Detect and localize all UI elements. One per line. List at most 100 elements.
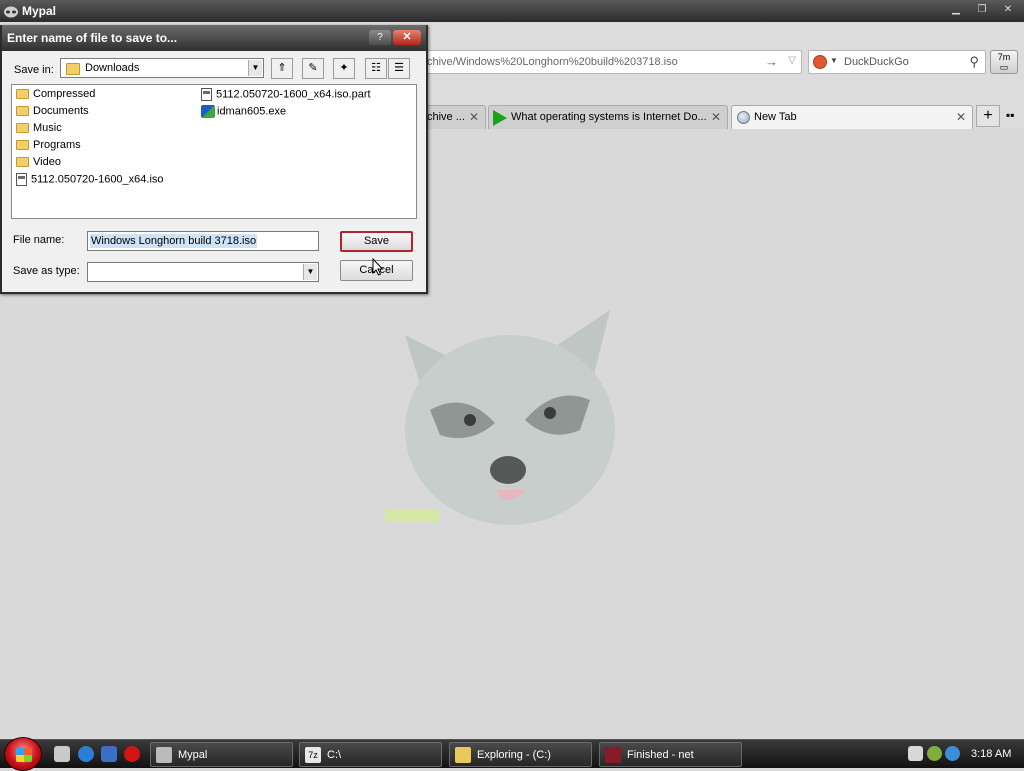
restore-icon[interactable]: ❐ bbox=[970, 2, 994, 18]
folder-icon bbox=[16, 157, 29, 168]
save-button[interactable]: Save bbox=[340, 231, 413, 252]
folder-icon bbox=[66, 63, 80, 75]
clock: 3:18 AM bbox=[971, 748, 1012, 760]
plus-icon: + bbox=[983, 107, 993, 124]
minimize-icon[interactable]: ▁ bbox=[944, 2, 968, 18]
dialog-titlebar: Enter name of file to save to... ? ✕ bbox=[2, 25, 426, 51]
taskbar-button-7zip[interactable]: 7z C:\ bbox=[299, 742, 442, 767]
dialog-title: Enter name of file to save to... bbox=[7, 31, 178, 45]
save-file-dialog: Enter name of file to save to... ? ✕ Sav… bbox=[0, 25, 428, 294]
folder-icon bbox=[16, 106, 29, 117]
addon-button[interactable]: 7m ▭ bbox=[990, 50, 1018, 74]
save-as-type-dropdown[interactable]: ▼ bbox=[87, 262, 319, 282]
file-name-field[interactable]: Windows Longhorn build 3718.iso bbox=[87, 231, 319, 251]
tab-label: New Tab bbox=[754, 111, 797, 123]
dropdown-arrow-icon[interactable]: ▼ bbox=[248, 60, 262, 76]
go-arrow-icon[interactable]: → bbox=[765, 54, 779, 70]
item-label: 5112.050720-1600_x64.iso bbox=[31, 173, 164, 186]
file-list[interactable]: Compressed Documents Music Programs Vide… bbox=[11, 84, 417, 219]
desktop-button[interactable]: ✎ bbox=[302, 58, 324, 79]
installer-exe-icon bbox=[201, 105, 215, 118]
address-bar[interactable]: chive/Windows%20Longhorn%20build%203718.… bbox=[420, 50, 802, 74]
tab-label: chive ... bbox=[427, 111, 465, 123]
tab-new-tab[interactable]: New Tab ✕ bbox=[731, 105, 973, 129]
folder-icon bbox=[16, 123, 29, 134]
internet-explorer-icon[interactable] bbox=[78, 746, 94, 762]
tab-close-icon[interactable]: ✕ bbox=[711, 110, 721, 124]
folder-icon bbox=[455, 747, 471, 763]
save-in-label: Save in: bbox=[14, 64, 54, 76]
history-dropdown-icon[interactable]: ▽ bbox=[788, 55, 796, 66]
start-button[interactable] bbox=[4, 737, 42, 771]
save-in-dropdown[interactable]: Downloads ▼ bbox=[60, 58, 264, 78]
part-file-icon bbox=[201, 88, 212, 101]
save-in-value: Downloads bbox=[85, 62, 140, 74]
mypal-app-icon bbox=[156, 747, 172, 763]
help-button[interactable]: ? bbox=[369, 30, 391, 45]
up-folder-button[interactable]: ⇑ bbox=[271, 58, 293, 79]
volume-icon[interactable] bbox=[945, 746, 960, 761]
download-manager-icon bbox=[605, 747, 621, 763]
tab-label: What operating systems is Internet Do... bbox=[511, 111, 707, 123]
dropdown-arrow-icon[interactable]: ▼ bbox=[303, 264, 317, 280]
disc-image-file-icon bbox=[16, 173, 27, 186]
search-placeholder[interactable]: DuckDuckGo bbox=[844, 56, 909, 68]
list-all-tabs-icon[interactable]: ▪▪ bbox=[1006, 108, 1015, 122]
opera-icon[interactable] bbox=[124, 746, 140, 762]
new-folder-button[interactable]: ✦ bbox=[333, 58, 355, 79]
details-view-button[interactable]: ☰ bbox=[388, 58, 410, 79]
addon-badge: 7m bbox=[997, 52, 1011, 62]
list-item-file[interactable]: idman605.exe bbox=[201, 105, 286, 121]
globe-favicon-icon bbox=[737, 111, 750, 124]
list-item-folder[interactable]: Music bbox=[16, 122, 62, 138]
tab-strip: chive ... ✕ What operating systems is In… bbox=[420, 105, 1024, 129]
raccoon-logo bbox=[385, 310, 615, 525]
tab-archive[interactable]: chive ... ✕ bbox=[420, 105, 486, 129]
list-item-folder[interactable]: Documents bbox=[16, 105, 89, 121]
list-item-folder[interactable]: Programs bbox=[16, 139, 81, 155]
list-item-file[interactable]: 5112.050720-1600_x64.iso bbox=[16, 173, 164, 189]
item-label: Compressed bbox=[33, 88, 96, 100]
folder-icon bbox=[16, 140, 29, 151]
play-favicon-icon bbox=[493, 110, 507, 126]
tab-what-operating-systems[interactable]: What operating systems is Internet Do...… bbox=[488, 105, 728, 129]
7zip-icon: 7z bbox=[305, 747, 321, 763]
item-label: Video bbox=[33, 156, 61, 168]
input-language-icon[interactable] bbox=[908, 746, 923, 761]
mouse-cursor-icon bbox=[372, 258, 384, 276]
new-tab-button[interactable]: + bbox=[976, 105, 1000, 127]
taskbar-button-label: Mypal bbox=[178, 749, 208, 761]
list-item-file[interactable]: 5112.050720-1600_x64.iso.part bbox=[201, 88, 371, 104]
list-item-folder[interactable]: Compressed bbox=[16, 88, 95, 104]
close-icon[interactable]: ✕ bbox=[996, 2, 1020, 18]
item-label: Programs bbox=[33, 139, 81, 151]
duckduckgo-icon[interactable] bbox=[813, 55, 827, 69]
engine-dropdown-icon[interactable]: ▼ bbox=[830, 56, 838, 65]
taskbar-button-label: Finished - net bbox=[627, 749, 694, 761]
taskbar: Mypal 7z C:\ Exploring - (C:) Finished -… bbox=[0, 737, 1024, 771]
taskbar-button-exploring[interactable]: Exploring - (C:) bbox=[449, 742, 592, 767]
tab-close-icon[interactable]: ✕ bbox=[469, 110, 479, 124]
browser-titlebar: Mypal ▁ ❐ ✕ bbox=[0, 0, 1024, 22]
item-label: Music bbox=[33, 122, 62, 134]
list-item-folder[interactable]: Video bbox=[16, 156, 61, 172]
dialog-close-button[interactable]: ✕ bbox=[393, 30, 421, 45]
item-label: 5112.050720-1600_x64.iso.part bbox=[216, 88, 371, 101]
search-bar[interactable]: ▼ DuckDuckGo ⚲ bbox=[808, 50, 986, 74]
url-text[interactable]: chive/Windows%20Longhorn%20build%203718.… bbox=[427, 56, 757, 68]
list-view-button[interactable]: ☷ bbox=[365, 58, 387, 79]
network-icon[interactable] bbox=[927, 746, 942, 761]
window-title: Mypal bbox=[22, 4, 57, 18]
search-icon[interactable]: ⚲ bbox=[969, 54, 979, 70]
folder-icon bbox=[16, 89, 29, 100]
save-as-type-label: Save as type: bbox=[13, 265, 80, 277]
windows-flag-icon bbox=[16, 748, 32, 762]
show-desktop-icon[interactable] bbox=[54, 746, 70, 762]
addon-icon: ▭ bbox=[999, 62, 1009, 72]
taskbar-button-finished[interactable]: Finished - net bbox=[599, 742, 742, 767]
taskbar-button-mypal[interactable]: Mypal bbox=[150, 742, 293, 767]
explorer-quicklaunch-icon[interactable] bbox=[101, 746, 117, 762]
item-label: idman605.exe bbox=[217, 105, 287, 118]
taskbar-button-label: Exploring - (C:) bbox=[477, 749, 551, 761]
tab-close-icon[interactable]: ✕ bbox=[956, 110, 966, 124]
